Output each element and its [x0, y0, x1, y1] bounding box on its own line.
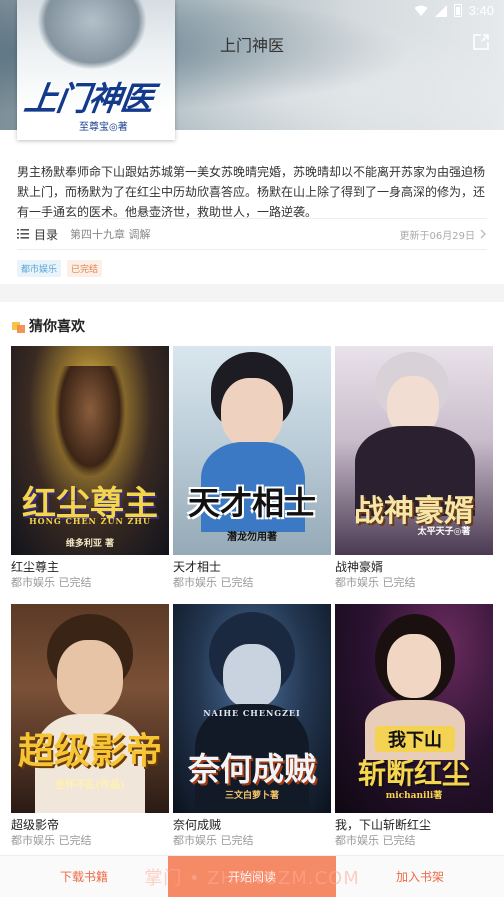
tag-list: 都市娱乐 已完结	[17, 260, 103, 277]
bottom-action-bar: 下载书籍 开始阅读 加入书架	[0, 855, 504, 897]
cover-title: 斩断红尘	[357, 757, 470, 790]
cover-author: 三文白萝卜著	[224, 791, 279, 801]
cover-subtitle: HONG CHEN ZUN ZHU	[29, 516, 151, 526]
book-name: 我，下山斩断红尘	[335, 818, 432, 832]
cover-top-text: 我下山	[375, 726, 455, 752]
book-cover: 上门神医 至尊宝◎著	[17, 0, 175, 140]
latest-chapter: 第四十九章 调解	[70, 228, 151, 241]
book-name: 红尘尊主	[11, 560, 60, 574]
signal-icon	[434, 4, 447, 17]
recommend-heading: 猜你喜欢	[12, 316, 85, 336]
cover-title: 超级影帝	[17, 730, 162, 772]
share-icon[interactable]	[472, 33, 490, 51]
cover-title: 天才相士	[187, 484, 316, 522]
cover-author: 维多利亚 著	[65, 539, 115, 549]
section-divider	[0, 284, 504, 302]
book-card[interactable]: 天才相士 潜龙勿用著 天才相士 都市娱乐 已完结	[173, 346, 331, 591]
cover-author: 坐怀不乱(作品)	[55, 780, 125, 791]
book-description: 男主杨默奉师命下山跟姑苏城第一美女苏晚晴完婚，苏晚晴却以不能离开苏家为由强迫杨默…	[17, 165, 486, 219]
book-card[interactable]: NAIHE CHENGZEI 奈何成贼 三文白萝卜著 奈何成贼 都市娱乐 已完结	[173, 604, 331, 849]
status-time: 3:40	[468, 3, 494, 18]
cover-title: 上门神医	[21, 79, 156, 118]
book-name: 奈何成贼	[173, 818, 222, 832]
book-name: 天才相士	[173, 560, 222, 574]
download-button[interactable]: 下载书籍	[0, 856, 168, 897]
book-meta: 都市娱乐 已完结	[11, 576, 92, 589]
list-icon	[17, 229, 29, 239]
book-cover[interactable]: 战神豪婿 太平天子◎著	[335, 346, 493, 555]
book-card[interactable]: 超级影帝 坐怀不乱(作品) 超级影帝 都市娱乐 已完结	[11, 604, 169, 849]
update-date: 更新于06月29日	[399, 230, 475, 242]
book-name: 超级影帝	[11, 818, 60, 832]
chevron-right-icon	[480, 229, 486, 239]
book-meta: 都市娱乐 已完结	[173, 576, 254, 589]
book-meta: 都市娱乐 已完结	[173, 834, 254, 847]
recommend-title: 猜你喜欢	[29, 319, 85, 335]
status-tag: 已完结	[67, 260, 103, 277]
genre-tag[interactable]: 都市娱乐	[17, 260, 62, 277]
cover-title: 奈何成贼	[187, 750, 316, 788]
book-cover[interactable]: 我下山 斩断红尘 michanili著	[335, 604, 493, 813]
book-meta: 都市娱乐 已完结	[335, 834, 416, 847]
section-icon	[12, 321, 25, 333]
book-card[interactable]: 我下山 斩断红尘 michanili著 我，下山斩断红尘 都市娱乐 已完结	[335, 604, 493, 849]
add-to-shelf-button[interactable]: 加入书架	[336, 856, 504, 897]
cover-subtitle: NAIHE CHENGZEI	[203, 708, 301, 718]
book-cover[interactable]: NAIHE CHENGZEI 奈何成贼 三文白萝卜著	[173, 604, 331, 813]
book-card[interactable]: 红尘尊主 HONG CHEN ZUN ZHU 维多利亚 著 红尘尊主 都市娱乐 …	[11, 346, 169, 591]
cover-author: 至尊宝◎著	[79, 122, 128, 133]
toc-label: 目录	[34, 227, 59, 242]
cover-author: michanili著	[385, 791, 443, 801]
start-reading-button[interactable]: 开始阅读	[168, 856, 336, 897]
book-card[interactable]: 战神豪婿 太平天子◎著 战神豪婿 都市娱乐 已完结	[335, 346, 493, 591]
table-of-contents-row[interactable]: 目录 第四十九章 调解 更新于06月29日	[17, 218, 487, 250]
book-meta: 都市娱乐 已完结	[11, 834, 92, 847]
cover-author: 太平天子◎著	[417, 527, 471, 537]
cover-author: 潜龙勿用著	[227, 532, 277, 543]
book-name: 战神豪婿	[335, 560, 384, 574]
battery-icon	[453, 4, 462, 17]
book-cover[interactable]: 超级影帝 坐怀不乱(作品)	[11, 604, 169, 813]
book-meta: 都市娱乐 已完结	[335, 576, 416, 589]
book-cover[interactable]: 红尘尊主 HONG CHEN ZUN ZHU 维多利亚 著	[11, 346, 169, 555]
book-cover[interactable]: 天才相士 潜龙勿用著	[173, 346, 331, 555]
wifi-icon	[414, 5, 428, 16]
